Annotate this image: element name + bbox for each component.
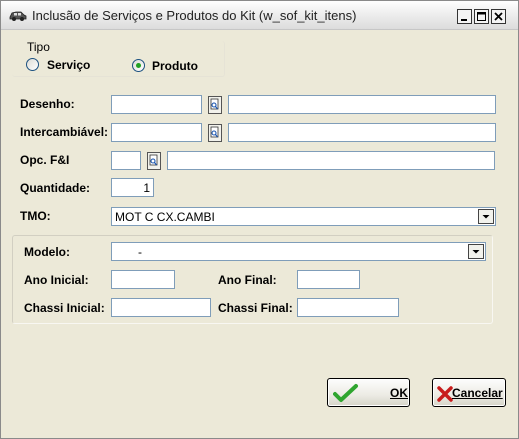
intercambiavel-code-input[interactable] (111, 123, 202, 142)
quantidade-input[interactable]: 1 (111, 178, 154, 197)
dialog-body: Tipo Serviço Produto Desenho: Intercambi… (1, 30, 518, 438)
car-icon (8, 9, 28, 22)
quantidade-label: Quantidade: (20, 181, 91, 195)
opc-fi-lookup-button[interactable] (147, 152, 161, 170)
cancel-button[interactable]: Cancelar (432, 378, 506, 407)
intercambiavel-label: Intercambiável: (20, 125, 109, 139)
tipo-label: Tipo (27, 40, 50, 54)
radio-produto-label[interactable]: Produto (152, 59, 198, 73)
opc-fi-code-input[interactable] (111, 151, 141, 170)
ano-inicial-label: Ano Inicial: (24, 273, 89, 287)
tmo-dropdown-value: MOT C CX.CAMBI (115, 210, 215, 224)
modelo-dropdown[interactable]: - (111, 242, 486, 261)
lookup-icon (210, 98, 219, 110)
ok-button-label: OK (390, 386, 408, 400)
lookup-icon (149, 154, 158, 166)
cancel-button-label: Cancelar (452, 386, 503, 400)
desenho-description-input[interactable] (228, 95, 496, 114)
chassi-final-label: Chassi Final: (218, 301, 293, 315)
chassi-final-input[interactable] (297, 298, 399, 317)
tmo-dropdown[interactable]: MOT C CX.CAMBI (111, 207, 496, 226)
window-title: Inclusão de Serviços e Produtos do Kit (… (32, 8, 357, 23)
ok-button[interactable]: OK (327, 378, 410, 407)
ano-final-label: Ano Final: (218, 273, 277, 287)
modelo-dropdown-value: - (138, 245, 142, 259)
chassi-inicial-input[interactable] (111, 298, 211, 317)
modelo-label: Modelo: (24, 245, 70, 259)
desenho-lookup-button[interactable] (208, 96, 222, 114)
ano-final-input[interactable] (297, 270, 360, 289)
opc-fi-description-input[interactable] (167, 151, 495, 170)
lookup-icon (210, 126, 219, 138)
chevron-down-icon (472, 250, 480, 254)
close-button[interactable] (491, 9, 506, 24)
opc-fi-label: Opc. F&I (20, 153, 70, 167)
radio-selected-dot (136, 63, 141, 68)
dialog-window: Inclusão de Serviços e Produtos do Kit (… (0, 0, 519, 439)
intercambiavel-lookup-button[interactable] (208, 124, 222, 142)
chevron-down-icon (482, 215, 490, 219)
tmo-dropdown-button[interactable] (478, 209, 494, 224)
minimize-button[interactable] (457, 9, 472, 24)
maximize-button[interactable] (474, 9, 489, 24)
title-bar[interactable]: Inclusão de Serviços e Produtos do Kit (… (1, 1, 518, 30)
intercambiavel-description-input[interactable] (228, 123, 496, 142)
checkmark-icon (333, 383, 359, 408)
modelo-dropdown-button[interactable] (468, 244, 484, 259)
chassi-inicial-label: Chassi Inicial: (24, 301, 105, 315)
ano-inicial-input[interactable] (111, 270, 175, 289)
desenho-code-input[interactable] (111, 95, 202, 114)
desenho-label: Desenho: (20, 97, 75, 111)
radio-servico-label[interactable]: Serviço (47, 58, 90, 72)
tmo-label: TMO: (20, 209, 51, 223)
radio-servico[interactable] (26, 58, 39, 71)
radio-produto[interactable] (132, 59, 145, 72)
